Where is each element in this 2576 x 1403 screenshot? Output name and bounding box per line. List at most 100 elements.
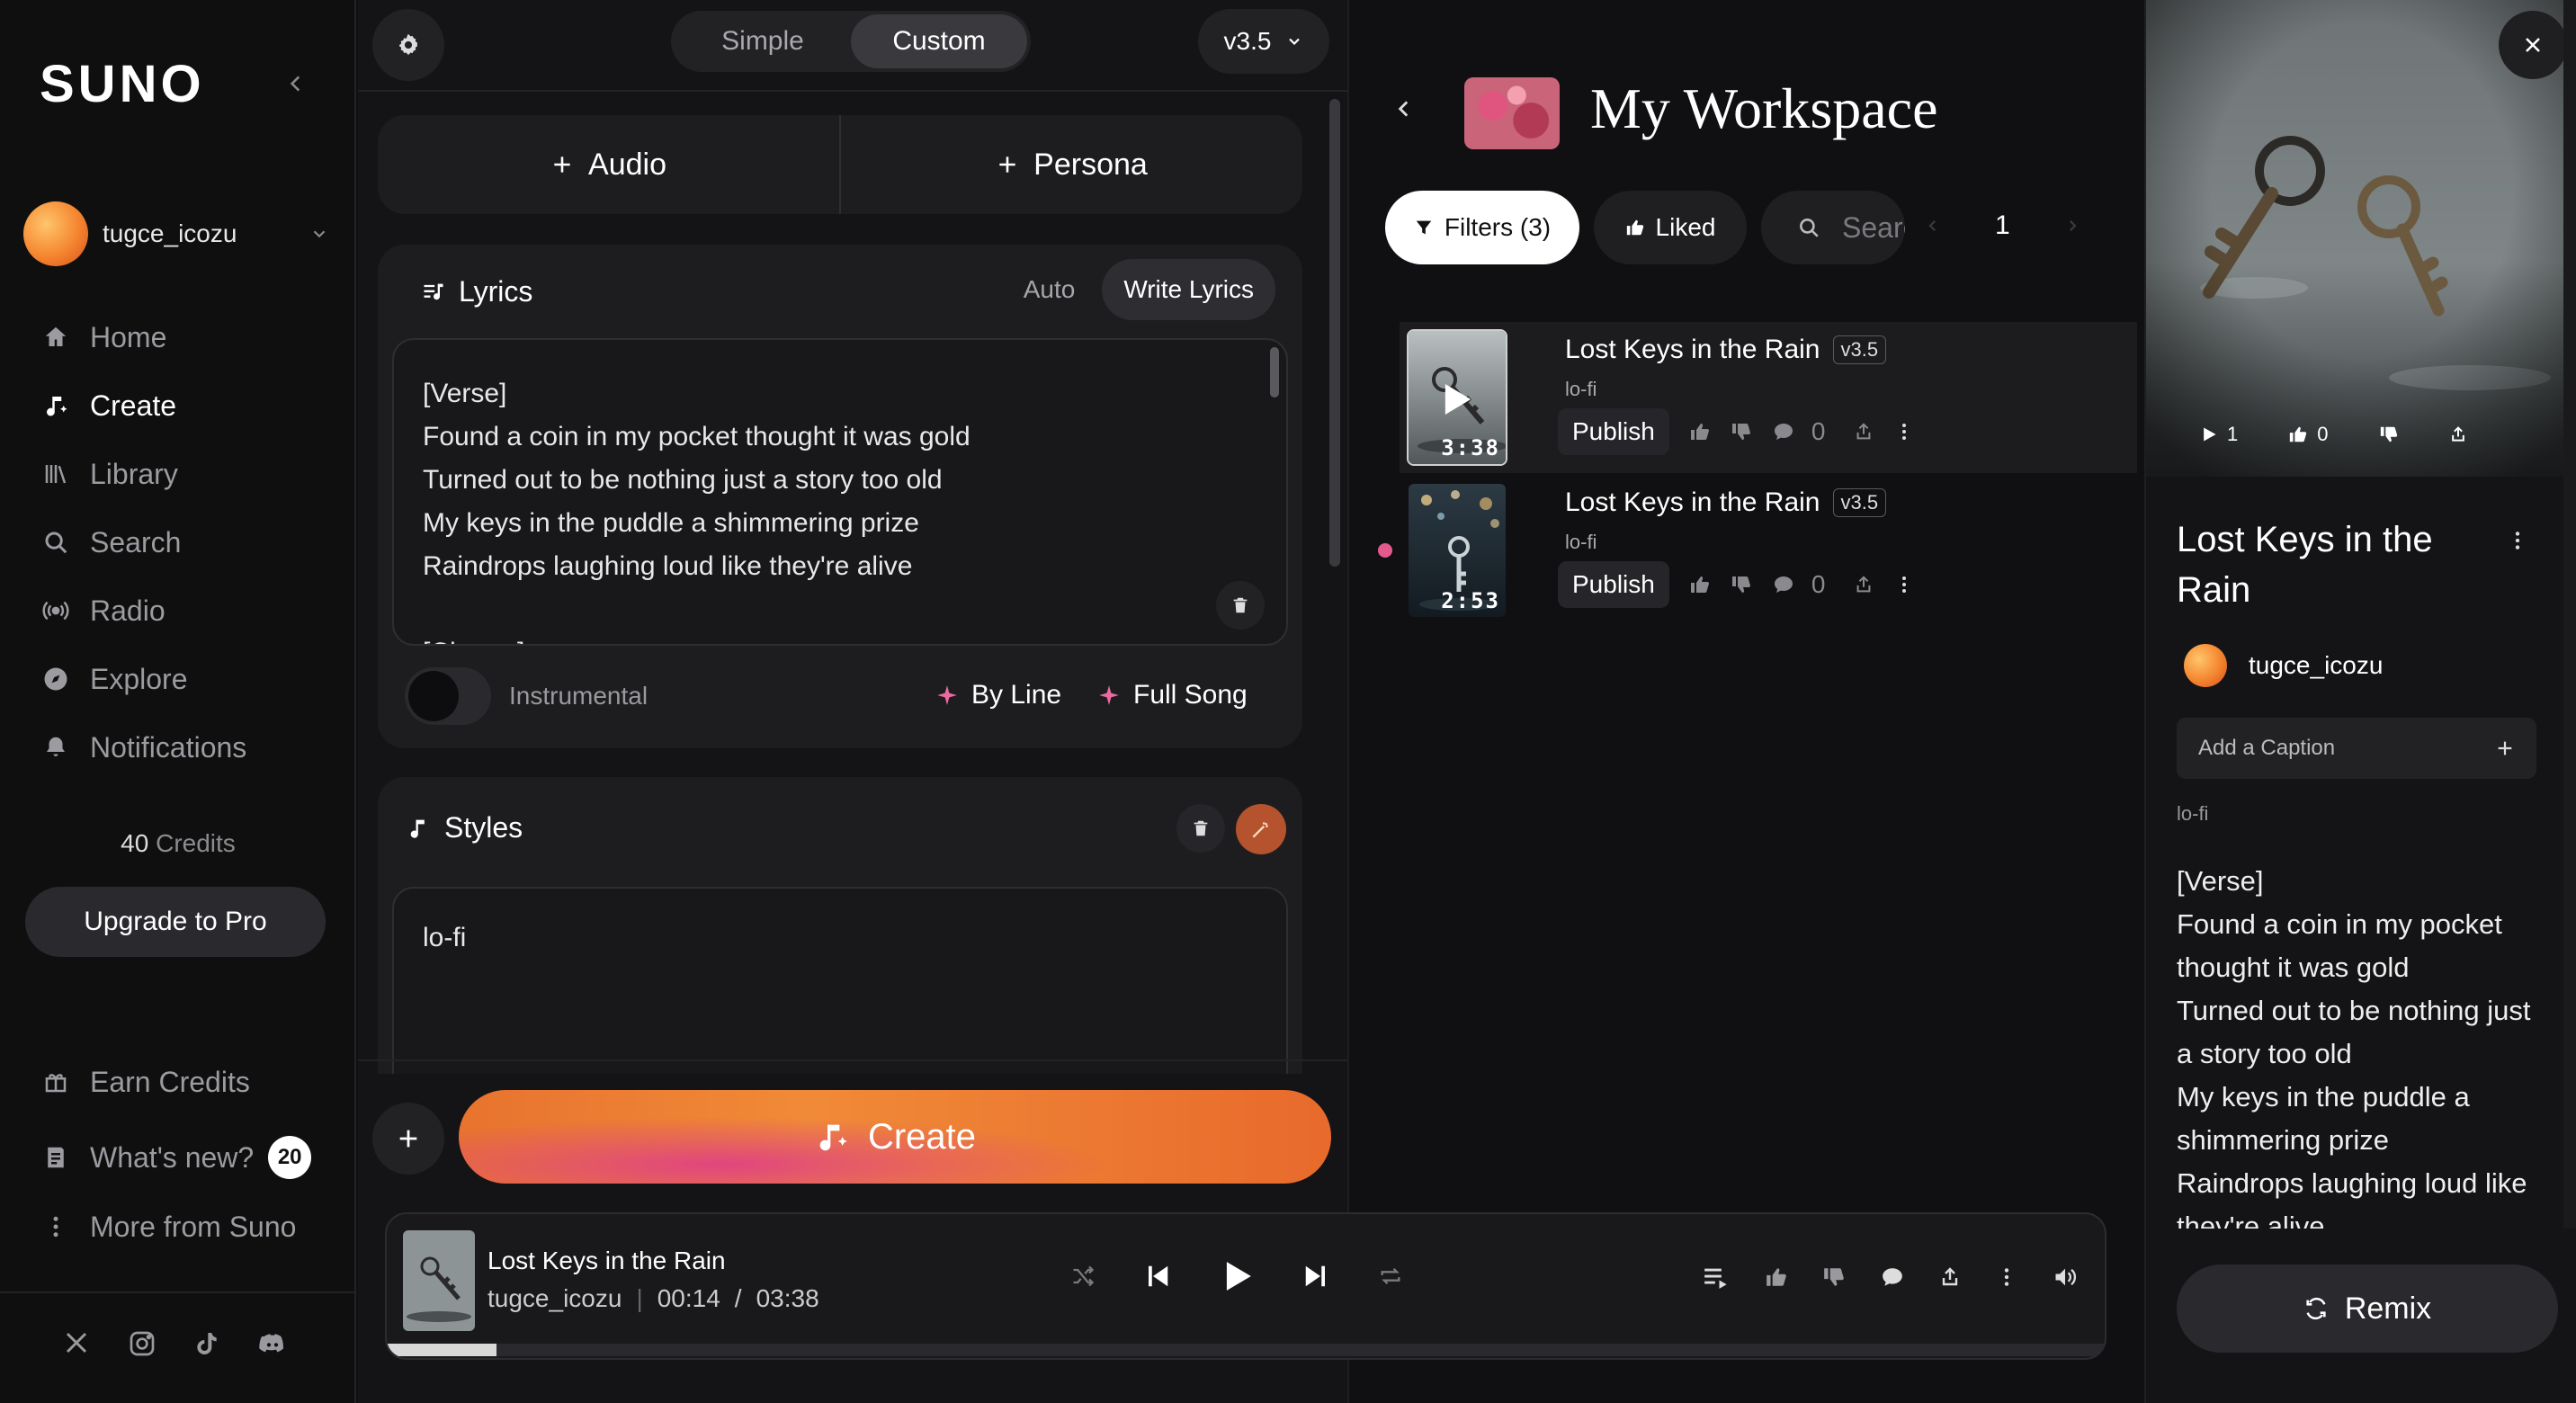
- nav-library[interactable]: Library: [40, 447, 327, 501]
- liked-filter-button[interactable]: Liked: [1594, 191, 1747, 264]
- upgrade-button[interactable]: Upgrade to Pro: [25, 887, 326, 957]
- share-icon[interactable]: [2449, 425, 2467, 443]
- publish-button[interactable]: Publish: [1558, 561, 1669, 608]
- like-button[interactable]: 0: [2288, 423, 2329, 446]
- earn-credits-link[interactable]: Earn Credits: [40, 1055, 327, 1109]
- collapse-sidebar-icon[interactable]: [284, 72, 308, 95]
- song-thumbnail[interactable]: 2:53: [1407, 482, 1507, 619]
- instrumental-toggle[interactable]: [405, 667, 491, 725]
- tab-auto-lyrics[interactable]: Auto: [1002, 259, 1097, 320]
- comments-button[interactable]: 0: [1772, 417, 1825, 446]
- suno-logo[interactable]: SUNO: [40, 54, 205, 114]
- instagram-icon[interactable]: [128, 1329, 157, 1358]
- share-icon[interactable]: [1939, 1266, 1961, 1288]
- nav-explore[interactable]: Explore: [40, 652, 327, 706]
- remix-button[interactable]: Remix: [2177, 1264, 2558, 1353]
- filter-icon: [1414, 218, 1434, 237]
- add-audio-button[interactable]: Audio: [378, 115, 841, 214]
- tab-write-lyrics[interactable]: Write Lyrics: [1102, 259, 1275, 320]
- back-button[interactable]: [1392, 97, 1416, 121]
- play-count-button[interactable]: 1: [2200, 423, 2238, 446]
- play-icon[interactable]: [1220, 1259, 1254, 1293]
- thumbs-down-icon[interactable]: [1822, 1265, 1846, 1289]
- clear-lyrics-button[interactable]: [1216, 581, 1265, 630]
- full-song-button[interactable]: Full Song: [1097, 680, 1248, 710]
- song-row[interactable]: 3:38 Lost Keys in the Rain v3.5 lo-fi Pu…: [1400, 322, 2137, 473]
- playback-progress-bar[interactable]: [387, 1344, 2105, 1356]
- clear-styles-button[interactable]: [1176, 804, 1225, 853]
- more-vertical-icon[interactable]: [1893, 421, 1915, 442]
- more-vertical-icon[interactable]: [1995, 1265, 2018, 1289]
- player-artist[interactable]: tugce_icozu: [487, 1284, 622, 1313]
- song-author[interactable]: tugce_icozu: [2184, 644, 2383, 687]
- repeat-icon[interactable]: [1378, 1264, 1403, 1289]
- play-icon[interactable]: [1443, 381, 1473, 417]
- settings-button[interactable]: [372, 9, 444, 81]
- radio-icon: [40, 597, 72, 624]
- add-caption-field[interactable]: Add a Caption: [2177, 718, 2536, 779]
- thumbs-up-icon[interactable]: [1689, 574, 1711, 595]
- thumbs-up-icon[interactable]: [1689, 421, 1711, 442]
- share-icon[interactable]: [1854, 422, 1874, 442]
- thumbs-up-icon[interactable]: [1765, 1265, 1788, 1289]
- pagination: 1: [1925, 210, 2080, 241]
- workspace-title[interactable]: My Workspace: [1590, 76, 1937, 142]
- x-icon[interactable]: [63, 1329, 90, 1356]
- share-icon[interactable]: [1854, 575, 1874, 594]
- scrollbar[interactable]: [1270, 347, 1279, 398]
- song-row[interactable]: 2:53 Lost Keys in the Rain v3.5 lo-fi Pu…: [1400, 475, 2137, 626]
- tab-simple[interactable]: Simple: [675, 14, 851, 68]
- user-menu[interactable]: tugce_icozu: [23, 201, 329, 266]
- song-thumbnail[interactable]: 3:38: [1407, 329, 1507, 466]
- nav-search[interactable]: Search: [40, 515, 327, 569]
- song-title[interactable]: Lost Keys in the Rain: [1565, 335, 1820, 365]
- volume-icon[interactable]: [2053, 1264, 2078, 1290]
- skip-next-icon[interactable]: [1302, 1263, 1329, 1290]
- discord-icon[interactable]: [257, 1329, 288, 1358]
- create-button[interactable]: Create: [459, 1090, 1331, 1184]
- time-separator: /: [734, 1284, 742, 1312]
- add-button[interactable]: [372, 1103, 444, 1175]
- search-input[interactable]: Search: [1761, 191, 1905, 264]
- shuffle-icon[interactable]: [1070, 1264, 1096, 1289]
- add-persona-button[interactable]: Persona: [841, 115, 1302, 214]
- more-vertical-icon[interactable]: [2506, 529, 2529, 552]
- style-suggest-button[interactable]: [1236, 804, 1286, 854]
- nav-radio[interactable]: Radio: [40, 584, 327, 638]
- whats-new-link[interactable]: What's new? 20: [40, 1130, 327, 1184]
- sparkle-icon: [935, 684, 959, 707]
- scrollbar[interactable]: [2563, 0, 2576, 1229]
- more-from-suno-link[interactable]: More from Suno: [40, 1200, 327, 1254]
- tab-custom[interactable]: Custom: [851, 14, 1027, 68]
- lyrics-textarea[interactable]: [Verse] Found a coin in my pocket though…: [392, 338, 1288, 646]
- comments-button[interactable]: 0: [1772, 570, 1825, 599]
- nav-home[interactable]: Home: [40, 310, 327, 364]
- song-genre[interactable]: lo-fi: [1565, 531, 1597, 554]
- model-version-select[interactable]: v3.5: [1198, 9, 1329, 74]
- thumbs-down-icon[interactable]: [1731, 421, 1752, 442]
- chevron-left-icon[interactable]: [1925, 218, 1941, 234]
- song-genre[interactable]: lo-fi: [1565, 378, 1597, 401]
- player-thumbnail[interactable]: [403, 1230, 475, 1331]
- thumbs-down-icon[interactable]: [2379, 424, 2399, 444]
- comment-icon[interactable]: [1880, 1265, 1905, 1289]
- tiktok-icon[interactable]: [192, 1329, 221, 1358]
- nav-notifications[interactable]: Notifications: [40, 720, 327, 774]
- player-title[interactable]: Lost Keys in the Rain: [487, 1247, 726, 1275]
- chevron-right-icon[interactable]: [2064, 218, 2080, 234]
- nav-label: Home: [90, 320, 167, 353]
- queue-icon[interactable]: [1702, 1264, 1731, 1290]
- by-line-button[interactable]: By Line: [935, 680, 1061, 710]
- nav-create[interactable]: Create: [40, 379, 327, 433]
- publish-button[interactable]: Publish: [1558, 408, 1669, 455]
- song-title[interactable]: Lost Keys in the Rain: [1565, 487, 1820, 518]
- close-button[interactable]: [2499, 11, 2567, 79]
- thumbs-down-icon[interactable]: [1731, 574, 1752, 595]
- filters-button[interactable]: Filters (3): [1385, 191, 1579, 264]
- version-badge: v3.5: [1832, 335, 1887, 364]
- scrollbar[interactable]: [1329, 99, 1340, 567]
- skip-previous-icon[interactable]: [1144, 1263, 1171, 1290]
- song-detail-genre[interactable]: lo-fi: [2177, 802, 2208, 826]
- styles-input[interactable]: lo-fi: [392, 887, 1288, 1074]
- more-vertical-icon[interactable]: [1893, 574, 1915, 595]
